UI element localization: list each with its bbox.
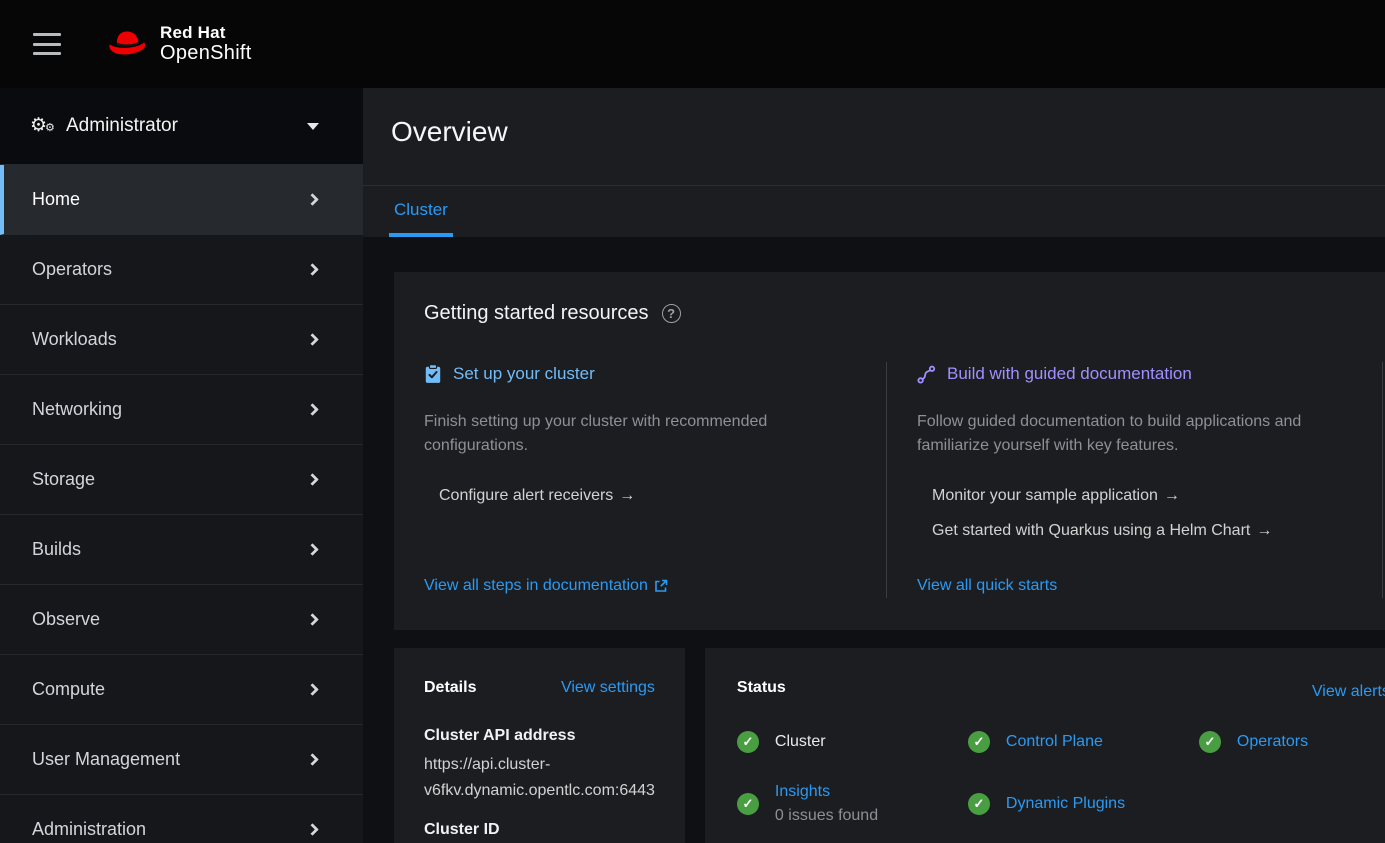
check-circle-icon: ✓ [737, 793, 759, 815]
sidebar-item-observe[interactable]: Observe [0, 585, 363, 655]
sidebar-item-label: Builds [32, 539, 81, 560]
insights-issues-count: 0 issues found [775, 804, 878, 828]
getting-started-card: Getting started resources ? Set up your … [394, 272, 1385, 630]
status-item-dynamic-plugins: ✓ Dynamic Plugins [968, 780, 1199, 828]
setup-cluster-description: Finish setting up your cluster with reco… [424, 410, 796, 458]
chevron-right-icon [306, 543, 319, 556]
external-link-icon [654, 579, 668, 593]
help-icon[interactable]: ? [662, 304, 681, 323]
details-card: Details View settings Cluster API addres… [394, 648, 685, 843]
sidebar-item-label: Observe [32, 609, 100, 630]
check-circle-icon: ✓ [968, 793, 990, 815]
chevron-right-icon [306, 193, 319, 206]
clipboard-check-icon [424, 364, 442, 384]
status-label-cluster: Cluster [775, 730, 826, 754]
chevron-right-icon [306, 753, 319, 766]
sidebar-item-label: User Management [32, 749, 180, 770]
sidebar-item-label: Administration [32, 819, 146, 840]
sidebar-item-administration[interactable]: Administration [0, 795, 363, 843]
check-circle-icon: ✓ [737, 731, 759, 753]
configure-alert-receivers-link[interactable]: Configure alert receivers→ [439, 484, 856, 508]
caret-down-icon [307, 123, 319, 130]
status-item-control-plane: ✓ Control Plane [968, 730, 1199, 754]
monitor-sample-app-link[interactable]: Monitor your sample application→ [932, 484, 1352, 508]
sidebar-item-workloads[interactable]: Workloads [0, 305, 363, 375]
setup-cluster-heading[interactable]: Set up your cluster [453, 362, 595, 386]
sidebar-item-label: Networking [32, 399, 122, 420]
sidebar-item-label: Compute [32, 679, 105, 700]
chevron-right-icon [306, 333, 319, 346]
chevron-right-icon [306, 263, 319, 276]
brand-name: Red Hat [160, 24, 252, 43]
perspective-label: Administrator [66, 115, 178, 137]
setup-cluster-section: Set up your cluster Finish setting up yo… [424, 362, 887, 598]
cluster-id-label: Cluster ID [424, 818, 655, 842]
product-name: OpenShift [160, 42, 252, 64]
insights-link[interactable]: Insights [775, 780, 878, 804]
chevron-right-icon [306, 683, 319, 696]
check-circle-icon: ✓ [968, 731, 990, 753]
operators-link[interactable]: Operators [1237, 730, 1308, 754]
nav-toggle-hamburger-icon[interactable] [30, 31, 64, 57]
cogs-icon: ⚙ ⚙ [30, 115, 56, 137]
status-item-insights: ✓ Insights 0 issues found [737, 780, 968, 828]
sidebar-item-label: Operators [32, 259, 112, 280]
getting-started-title: Getting started resources [424, 300, 649, 326]
status-title: Status [737, 676, 1385, 700]
chevron-right-icon [306, 823, 319, 836]
arrow-right-icon: → [1256, 522, 1272, 539]
overview-content: Getting started resources ? Set up your … [363, 272, 1385, 843]
sidebar-item-storage[interactable]: Storage [0, 445, 363, 515]
cluster-api-address-label: Cluster API address [424, 724, 655, 748]
view-settings-link[interactable]: View settings [561, 676, 655, 700]
sidebar-item-networking[interactable]: Networking [0, 375, 363, 445]
status-item-operators: ✓ Operators [1199, 730, 1385, 754]
guided-documentation-section: Build with guided documentation Follow g… [887, 362, 1383, 598]
masthead: Red Hat OpenShift [0, 0, 1385, 88]
chevron-right-icon [306, 403, 319, 416]
perspective-switcher[interactable]: ⚙ ⚙ Administrator [0, 88, 363, 165]
route-icon [917, 365, 936, 384]
details-title: Details [424, 676, 476, 700]
tab-cluster[interactable]: Cluster [389, 186, 453, 237]
page-header: Overview Cluster [363, 88, 1385, 237]
view-all-steps-link[interactable]: View all steps in documentation [424, 577, 668, 595]
sidebar-item-operators[interactable]: Operators [0, 235, 363, 305]
view-alerts-link[interactable]: View alerts [1312, 680, 1385, 704]
sidebar-item-label: Storage [32, 469, 95, 490]
arrow-right-icon: → [619, 487, 635, 504]
sidebar-item-compute[interactable]: Compute [0, 655, 363, 725]
sidebar-item-label: Home [32, 189, 80, 210]
cluster-api-address-value: https://api.cluster-v6fkv.dynamic.opentl… [424, 752, 655, 804]
chevron-right-icon [306, 473, 319, 486]
guided-documentation-heading[interactable]: Build with guided documentation [947, 362, 1192, 386]
quarkus-helm-chart-link[interactable]: Get started with Quarkus using a Helm Ch… [932, 519, 1352, 543]
arrow-right-icon: → [1164, 487, 1180, 504]
tab-bar: Cluster [363, 185, 1385, 237]
status-item-cluster: ✓ Cluster [737, 730, 968, 754]
control-plane-link[interactable]: Control Plane [1006, 730, 1103, 754]
sidebar-item-label: Workloads [32, 329, 117, 350]
sidebar-nav: ⚙ ⚙ Administrator Home Operators Workloa… [0, 88, 363, 843]
check-circle-icon: ✓ [1199, 731, 1221, 753]
page-title: Overview [363, 88, 1385, 148]
main-content: Overview Cluster Getting started resourc… [363, 88, 1385, 843]
view-all-quick-starts-link[interactable]: View all quick starts [917, 577, 1057, 595]
chevron-right-icon [306, 613, 319, 626]
redhat-openshift-logo[interactable]: Red Hat OpenShift [104, 24, 252, 65]
dynamic-plugins-link[interactable]: Dynamic Plugins [1006, 792, 1125, 816]
sidebar-item-home[interactable]: Home [0, 165, 363, 235]
sidebar-item-user-management[interactable]: User Management [0, 725, 363, 795]
sidebar-item-builds[interactable]: Builds [0, 515, 363, 585]
status-card: Status View alerts ✓ Cluster ✓ Control P… [705, 648, 1385, 843]
redhat-fedora-icon [104, 28, 150, 60]
guided-documentation-description: Follow guided documentation to build app… [917, 410, 1327, 458]
